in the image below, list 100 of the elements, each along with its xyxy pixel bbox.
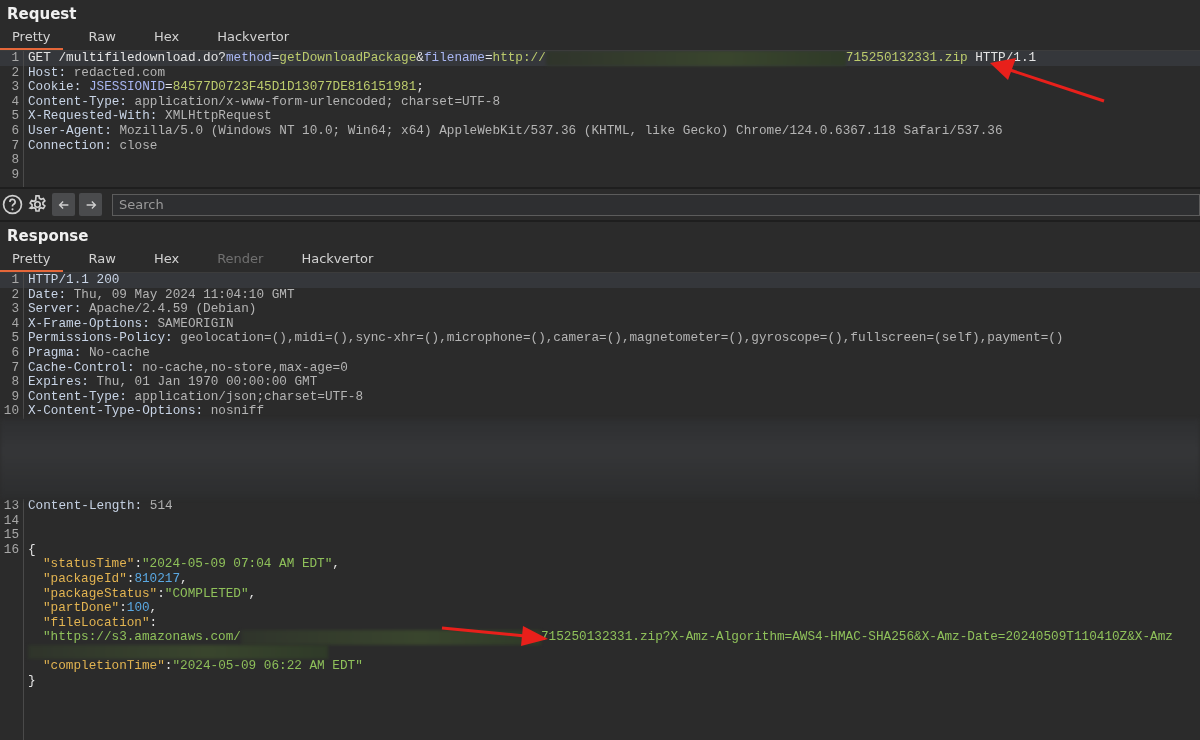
code-text: geolocation=(),midi=(),sync-xhr=(),microphone=(),camera=(),magnetometer=(),gyroscope=(),fullscreen=(self),payment=() [179, 331, 1064, 346]
code-text: "completionTime" [43, 659, 165, 675]
code-text: redacted.com [72, 65, 166, 81]
code-text: 514 [148, 498, 173, 514]
back-button[interactable] [52, 193, 75, 216]
line-number: 7 [11, 359, 19, 375]
code-text: GET /multifiledownload.do? [28, 51, 226, 66]
line-number: 5 [11, 108, 19, 124]
code-text: filename [423, 51, 485, 66]
code-text: Content-Length: [28, 498, 143, 514]
code-text: "2024-05-09 07:04 AM EDT" [142, 557, 333, 572]
line-number: 8 [11, 374, 19, 390]
line-number: 5 [11, 330, 19, 346]
code-text: application/x-www-form-urlencoded; charset=UTF-8 [133, 94, 501, 110]
code-text: JSESSIONID [88, 80, 166, 95]
code-text: Server: [28, 302, 82, 317]
code-text: : [157, 586, 165, 602]
line-number: 8 [11, 152, 19, 168]
code-text: Mozilla/5.0 (Windows NT 10.0; Win64; x64) AppleWebKit/537.36 (KHTML, like Gecko) Chrome/124.0.6367.118 Safari/537.36 [118, 123, 1003, 139]
code-text: "partDone" [43, 601, 120, 616]
search-field[interactable]: Search [112, 193, 1200, 216]
code-text: X-Requested-With: [28, 109, 158, 124]
code-text: , [149, 601, 158, 616]
tab[interactable]: Raw [76, 26, 128, 50]
code-text: Content-Type: [28, 94, 127, 110]
code-text: getDownloadPackage [279, 51, 417, 66]
code-text: X-Content-Type-Options: [28, 404, 204, 419]
code-text: : [164, 659, 173, 675]
forward-button[interactable] [79, 193, 102, 216]
tab[interactable]: Raw [76, 248, 128, 272]
code-text: : [119, 601, 127, 616]
code-text: Cache-Control: [28, 360, 135, 376]
code-text: http:// [492, 51, 546, 66]
line-number: 13 [3, 497, 19, 513]
code-text: Cookie: [28, 80, 83, 95]
line-number: 1 [11, 51, 19, 65]
code-text: X-Frame-Options: [28, 316, 150, 332]
code-text: 100 [126, 601, 150, 616]
code-text: , [180, 571, 188, 587]
code-text: SAMEORIGIN [156, 316, 234, 332]
line-number: 16 [3, 541, 19, 557]
line-number: 3 [11, 79, 19, 95]
code-text: HTTP/1.1 [974, 51, 1037, 66]
tab[interactable]: Hex [141, 248, 192, 272]
code-text: , [332, 557, 340, 572]
code-text: = [484, 51, 493, 66]
tab[interactable]: Hex [141, 26, 192, 50]
code-text: Connection: [28, 138, 112, 154]
code-text: No-cache [87, 345, 150, 361]
panel-title: Request [6, 4, 78, 25]
line-number: 4 [11, 93, 19, 109]
tab[interactable]: Hackvertor [205, 26, 302, 50]
code-text: 84577D0723F45D1D13077DE816151981 [172, 80, 417, 95]
code-text: "fileLocation" [43, 615, 150, 631]
code-text: = [271, 51, 280, 66]
code-text: "https://s3.amazonaws.com/ [43, 630, 241, 645]
line-number: 15 [3, 527, 19, 543]
code-text: ; [416, 80, 424, 95]
code-text: { [28, 542, 36, 558]
line-number: 6 [11, 122, 19, 138]
code-text: Pragma: [28, 345, 82, 361]
line-number: 2 [11, 286, 19, 302]
code-text: } [28, 674, 36, 689]
line-number: 9 [11, 166, 19, 182]
code-text: method [225, 51, 272, 66]
line-number: 6 [11, 344, 19, 360]
code-text: no-cache,no-store,max-age=0 [141, 360, 348, 376]
code-text: User-Agent: [28, 123, 112, 139]
code-text: = [165, 80, 173, 95]
line-number: 1 [11, 273, 19, 287]
code-text: "COMPLETED" [164, 586, 249, 602]
code-text: 715250132331.zip [845, 51, 968, 66]
code-text: HTTP/1.1 200 [28, 273, 120, 288]
code-text: close [118, 138, 158, 154]
code-text: : [149, 615, 158, 631]
code-text: Content-Type: [28, 389, 127, 405]
help-icon[interactable] [2, 194, 23, 215]
panel-title: Response [6, 226, 90, 247]
tab[interactable]: Hackvertor [289, 248, 386, 272]
code-text: nosniff [209, 404, 265, 419]
code-text: Date: [28, 287, 67, 303]
code-text: Permissions-Policy: [28, 331, 173, 346]
line-number: 7 [11, 137, 19, 153]
line-number: 4 [11, 315, 19, 331]
code-text: Thu, 09 May 2024 11:04:10 GMT [72, 287, 295, 303]
code-text: 810217 [134, 571, 181, 587]
code-text: , [248, 586, 257, 602]
code-text: Expires: [28, 375, 89, 390]
code-text: "statusTime" [43, 557, 135, 572]
line-number: 10 [3, 403, 19, 419]
code-text: XMLHttpRequest [164, 109, 272, 124]
line-number: 14 [3, 512, 19, 528]
settings-icon[interactable] [27, 194, 48, 215]
line-number: 3 [11, 301, 19, 317]
code-text: "2024-05-09 06:22 AM EDT" [172, 659, 363, 675]
code-text: : [134, 557, 142, 572]
code-text: "packageStatus" [43, 586, 158, 602]
line-number: 2 [11, 64, 19, 80]
code-text: : [126, 571, 135, 587]
code-text: & [416, 51, 424, 66]
